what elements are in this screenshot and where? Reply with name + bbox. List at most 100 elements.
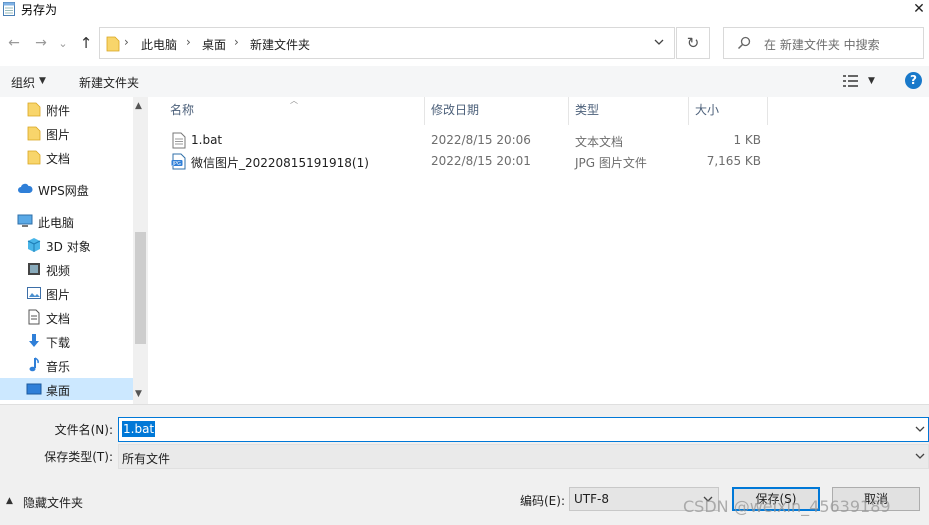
- sidebar-item-label: WPS网盘: [38, 184, 89, 198]
- notepad-icon: [3, 2, 15, 16]
- recent-locations-button[interactable]: ⌄: [57, 34, 69, 52]
- search-box[interactable]: 在 新建文件夹 中搜索: [723, 27, 924, 59]
- column-divider[interactable]: [424, 97, 425, 125]
- sidebar-item-pictures[interactable]: 图片: [0, 122, 133, 144]
- sidebar-item-label: 视频: [46, 264, 71, 278]
- sidebar-item-attachments[interactable]: 附件: [0, 98, 133, 120]
- file-date: 2022/8/15 20:01: [431, 154, 531, 168]
- desktop-icon: [26, 383, 42, 395]
- chevron-down-icon: [915, 453, 925, 459]
- document-icon: [28, 309, 40, 325]
- column-divider[interactable]: [688, 97, 689, 125]
- sidebar-item-desktop[interactable]: 桌面: [0, 378, 133, 400]
- breadcrumb-desktop[interactable]: 桌面: [202, 36, 226, 53]
- chevron-down-icon[interactable]: [914, 423, 926, 435]
- filename-value[interactable]: 1.bat: [122, 421, 156, 437]
- column-header-date[interactable]: 修改日期: [431, 101, 479, 125]
- file-name: 微信图片_20220815191918(1): [191, 156, 369, 170]
- sidebar-item-label: 音乐: [46, 360, 71, 374]
- sidebar-item-pictures-lib[interactable]: 图片: [0, 282, 133, 304]
- file-row[interactable]: JPG 微信图片_20220815191918(1) 2022/8/15 20:…: [149, 151, 929, 172]
- sidebar-scrollbar[interactable]: ▲ ▼: [133, 97, 148, 404]
- sidebar-item-label: 文档: [46, 312, 71, 326]
- address-bar[interactable]: › 此电脑 › 桌面 › 新建文件夹: [99, 27, 675, 59]
- save-options-panel: 文件名(N): 1.bat 保存类型(T): 所有文件 ▲ 隐藏文件夹 编码(E…: [0, 404, 929, 525]
- navigation-pane: 附件 图片 文档 WPS网盘 此电脑 3D 对象 视频 图片 文档 下载 音乐: [0, 97, 133, 404]
- picture-icon: [27, 287, 41, 299]
- file-name: 1.bat: [191, 133, 223, 147]
- file-row[interactable]: 1.bat 2022/8/15 20:06 文本文档 1 KB: [149, 130, 929, 151]
- sidebar-item-3d-objects[interactable]: 3D 对象: [0, 234, 133, 256]
- file-type: 文本文档: [575, 135, 624, 149]
- sidebar-item-label: 图片: [46, 128, 71, 142]
- sidebar-item-videos[interactable]: 视频: [0, 258, 133, 280]
- jpg-file-icon: JPG: [171, 153, 186, 170]
- encoding-label: 编码(E):: [520, 494, 565, 508]
- forward-button[interactable]: →: [32, 34, 50, 52]
- view-options-icon[interactable]: [843, 74, 861, 88]
- up-button[interactable]: ↑: [77, 34, 95, 52]
- scrollbar-thumb[interactable]: [135, 232, 146, 344]
- file-date: 2022/8/15 20:06: [431, 133, 531, 147]
- breadcrumb-new-folder[interactable]: 新建文件夹: [250, 36, 310, 53]
- filename-label: 文件名(N):: [54, 423, 113, 437]
- folder-icon: [106, 36, 120, 52]
- filetype-select[interactable]: 所有文件: [118, 444, 929, 469]
- back-arrow-icon: ←: [8, 35, 20, 51]
- hide-folders-label: 隐藏文件夹: [23, 496, 84, 510]
- sidebar-item-label: 附件: [46, 104, 71, 118]
- column-divider[interactable]: [767, 97, 768, 125]
- encoding-value: UTF-8: [574, 492, 609, 506]
- column-header-type[interactable]: 类型: [575, 101, 599, 125]
- refresh-button[interactable]: ↻: [676, 27, 710, 59]
- filetype-label: 保存类型(T):: [44, 450, 113, 464]
- search-icon: [737, 36, 751, 50]
- sidebar-item-documents-lib[interactable]: 文档: [0, 306, 133, 328]
- forward-arrow-icon: →: [35, 35, 47, 51]
- column-header-name[interactable]: 名称: [170, 101, 194, 125]
- svg-text:JPG: JPG: [172, 161, 181, 167]
- view-caret-icon[interactable]: ▼: [868, 76, 875, 86]
- caret-up-icon: ▲: [6, 496, 13, 506]
- organize-button[interactable]: 组织: [11, 74, 35, 91]
- sidebar-item-label: 文档: [46, 152, 71, 166]
- new-folder-button[interactable]: 新建文件夹: [79, 74, 139, 91]
- watermark-text: CSDN @weixin_45639189: [683, 497, 891, 516]
- command-bar: 组织 ▼ 新建文件夹 ▼ ?: [0, 66, 929, 97]
- cloud-icon: [18, 183, 33, 193]
- back-button[interactable]: ←: [5, 34, 23, 52]
- search-input[interactable]: 在 新建文件夹 中搜索: [764, 36, 880, 53]
- chevron-down-icon[interactable]: [653, 36, 665, 48]
- window-title: 另存为: [21, 3, 58, 17]
- help-icon[interactable]: ?: [905, 72, 922, 89]
- folder-icon: [27, 102, 41, 117]
- sidebar-item-wps-drive[interactable]: WPS网盘: [0, 178, 133, 200]
- sidebar-item-documents[interactable]: 文档: [0, 146, 133, 168]
- column-divider[interactable]: [568, 97, 569, 125]
- scroll-up-icon[interactable]: ▲: [135, 101, 142, 111]
- sidebar-item-label: 桌面: [46, 384, 71, 398]
- close-button[interactable]: ✕: [909, 0, 929, 18]
- file-type: JPG 图片文件: [575, 156, 647, 170]
- breadcrumb-separator: ›: [186, 35, 191, 49]
- cube-icon: [27, 238, 41, 252]
- scroll-down-icon[interactable]: ▼: [135, 389, 142, 399]
- file-size: 1 KB: [733, 133, 761, 147]
- sidebar-item-music[interactable]: 音乐: [0, 354, 133, 376]
- filename-field[interactable]: 1.bat: [118, 417, 929, 442]
- up-arrow-icon: ↑: [79, 34, 93, 52]
- sidebar-item-this-pc[interactable]: 此电脑: [0, 210, 133, 232]
- filetype-value: 所有文件: [122, 452, 171, 466]
- download-icon: [29, 334, 39, 347]
- breadcrumb-this-pc[interactable]: 此电脑: [141, 36, 177, 53]
- breadcrumb-separator: ›: [124, 35, 129, 49]
- caret-down-icon: ▼: [39, 76, 46, 86]
- column-header-size[interactable]: 大小: [695, 101, 719, 125]
- breadcrumb-separator: ›: [234, 35, 239, 49]
- sort-ascending-icon: ︿: [290, 96, 298, 105]
- video-icon: [28, 263, 40, 275]
- title-bar: 另存为 ✕: [0, 0, 929, 18]
- file-size: 7,165 KB: [706, 154, 761, 168]
- sidebar-item-downloads[interactable]: 下载: [0, 330, 133, 352]
- folder-icon: [27, 150, 41, 165]
